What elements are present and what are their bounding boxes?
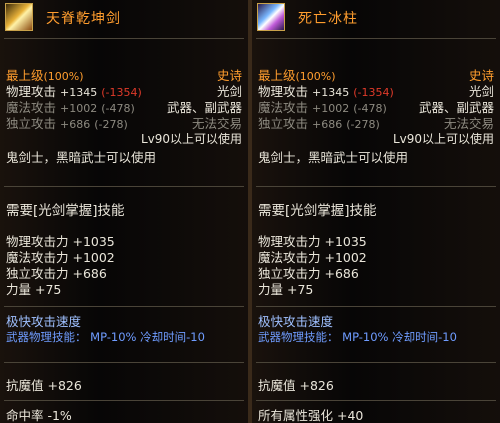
- stat-line: 魔法攻击力 +1002: [6, 250, 115, 265]
- item-type: 光剑: [468, 84, 494, 99]
- item-grade: 最上级(100%): [258, 68, 336, 83]
- divider: [4, 186, 244, 187]
- item-rarity: 史诗: [468, 68, 494, 83]
- sword-icon: [5, 3, 33, 31]
- weapon-skill: 武器物理技能： MP-10% 冷却时间-10: [258, 330, 457, 344]
- ind-atk-row: 独立攻击 +686 (-278): [6, 116, 128, 131]
- stat-line: 物理攻击力 +1035: [258, 234, 367, 249]
- item-slot: 武器、副武器: [166, 100, 242, 115]
- trade-status: 无法交易: [443, 116, 494, 131]
- divider: [4, 306, 244, 307]
- sword-icon: [257, 3, 285, 31]
- item-name: 天脊乾坤剑: [46, 11, 121, 27]
- item-tooltip-right: 死亡冰柱 最上级(100%) 史诗 物理攻击 +1345 (-1354) 光剑 …: [252, 0, 500, 423]
- item-type: 光剑: [216, 84, 242, 99]
- divider: [4, 400, 244, 401]
- stat-line: 独立攻击力 +686: [6, 266, 107, 281]
- phys-atk-row: 物理攻击 +1345 (-1354): [6, 84, 142, 99]
- bottom-stat: 所有属性强化 +40: [258, 408, 364, 423]
- item-grade: 最上级(100%): [6, 68, 84, 83]
- divider: [256, 362, 496, 363]
- attack-speed: 极快攻击速度: [6, 314, 82, 329]
- magic-resist: 抗魔值 +826: [6, 378, 82, 393]
- mag-atk-row: 魔法攻击 +1002 (-478): [258, 100, 387, 115]
- level-req: Lv90以上可以使用: [392, 132, 494, 146]
- divider: [256, 400, 496, 401]
- stat-line: 独立攻击力 +686: [258, 266, 359, 281]
- bottom-stat: 命中率 -1%: [6, 408, 72, 423]
- skill-req: 需要[光剑掌握]技能: [6, 203, 125, 219]
- divider: [256, 186, 496, 187]
- magic-resist: 抗魔值 +826: [258, 378, 334, 393]
- tooltip-header: 死亡冰柱: [252, 0, 500, 34]
- weapon-skill: 武器物理技能： MP-10% 冷却时间-10: [6, 330, 205, 344]
- skill-req: 需要[光剑掌握]技能: [258, 203, 377, 219]
- divider: [256, 306, 496, 307]
- item-rarity: 史诗: [216, 68, 242, 83]
- mag-atk-row: 魔法攻击 +1002 (-478): [6, 100, 135, 115]
- stat-line: 物理攻击力 +1035: [6, 234, 115, 249]
- divider: [256, 38, 496, 39]
- class-req: 鬼剑士，黑暗武士可以使用: [258, 150, 409, 165]
- ind-atk-row: 独立攻击 +686 (-278): [258, 116, 380, 131]
- divider: [4, 362, 244, 363]
- item-slot: 武器、副武器: [418, 100, 494, 115]
- level-req: Lv90以上可以使用: [140, 132, 242, 146]
- item-tooltip-left: 天脊乾坤剑 最上级(100%) 史诗 物理攻击 +1345 (-1354) 光剑…: [0, 0, 248, 423]
- item-name: 死亡冰柱: [298, 11, 358, 27]
- divider: [4, 38, 244, 39]
- phys-atk-row: 物理攻击 +1345 (-1354): [258, 84, 394, 99]
- class-req: 鬼剑士，黑暗武士可以使用: [6, 150, 157, 165]
- attack-speed: 极快攻击速度: [258, 314, 334, 329]
- tooltip-header: 天脊乾坤剑: [0, 0, 248, 34]
- stat-line: 魔法攻击力 +1002: [258, 250, 367, 265]
- trade-status: 无法交易: [191, 116, 242, 131]
- stat-line: 力量 +75: [6, 282, 62, 297]
- stat-line: 力量 +75: [258, 282, 314, 297]
